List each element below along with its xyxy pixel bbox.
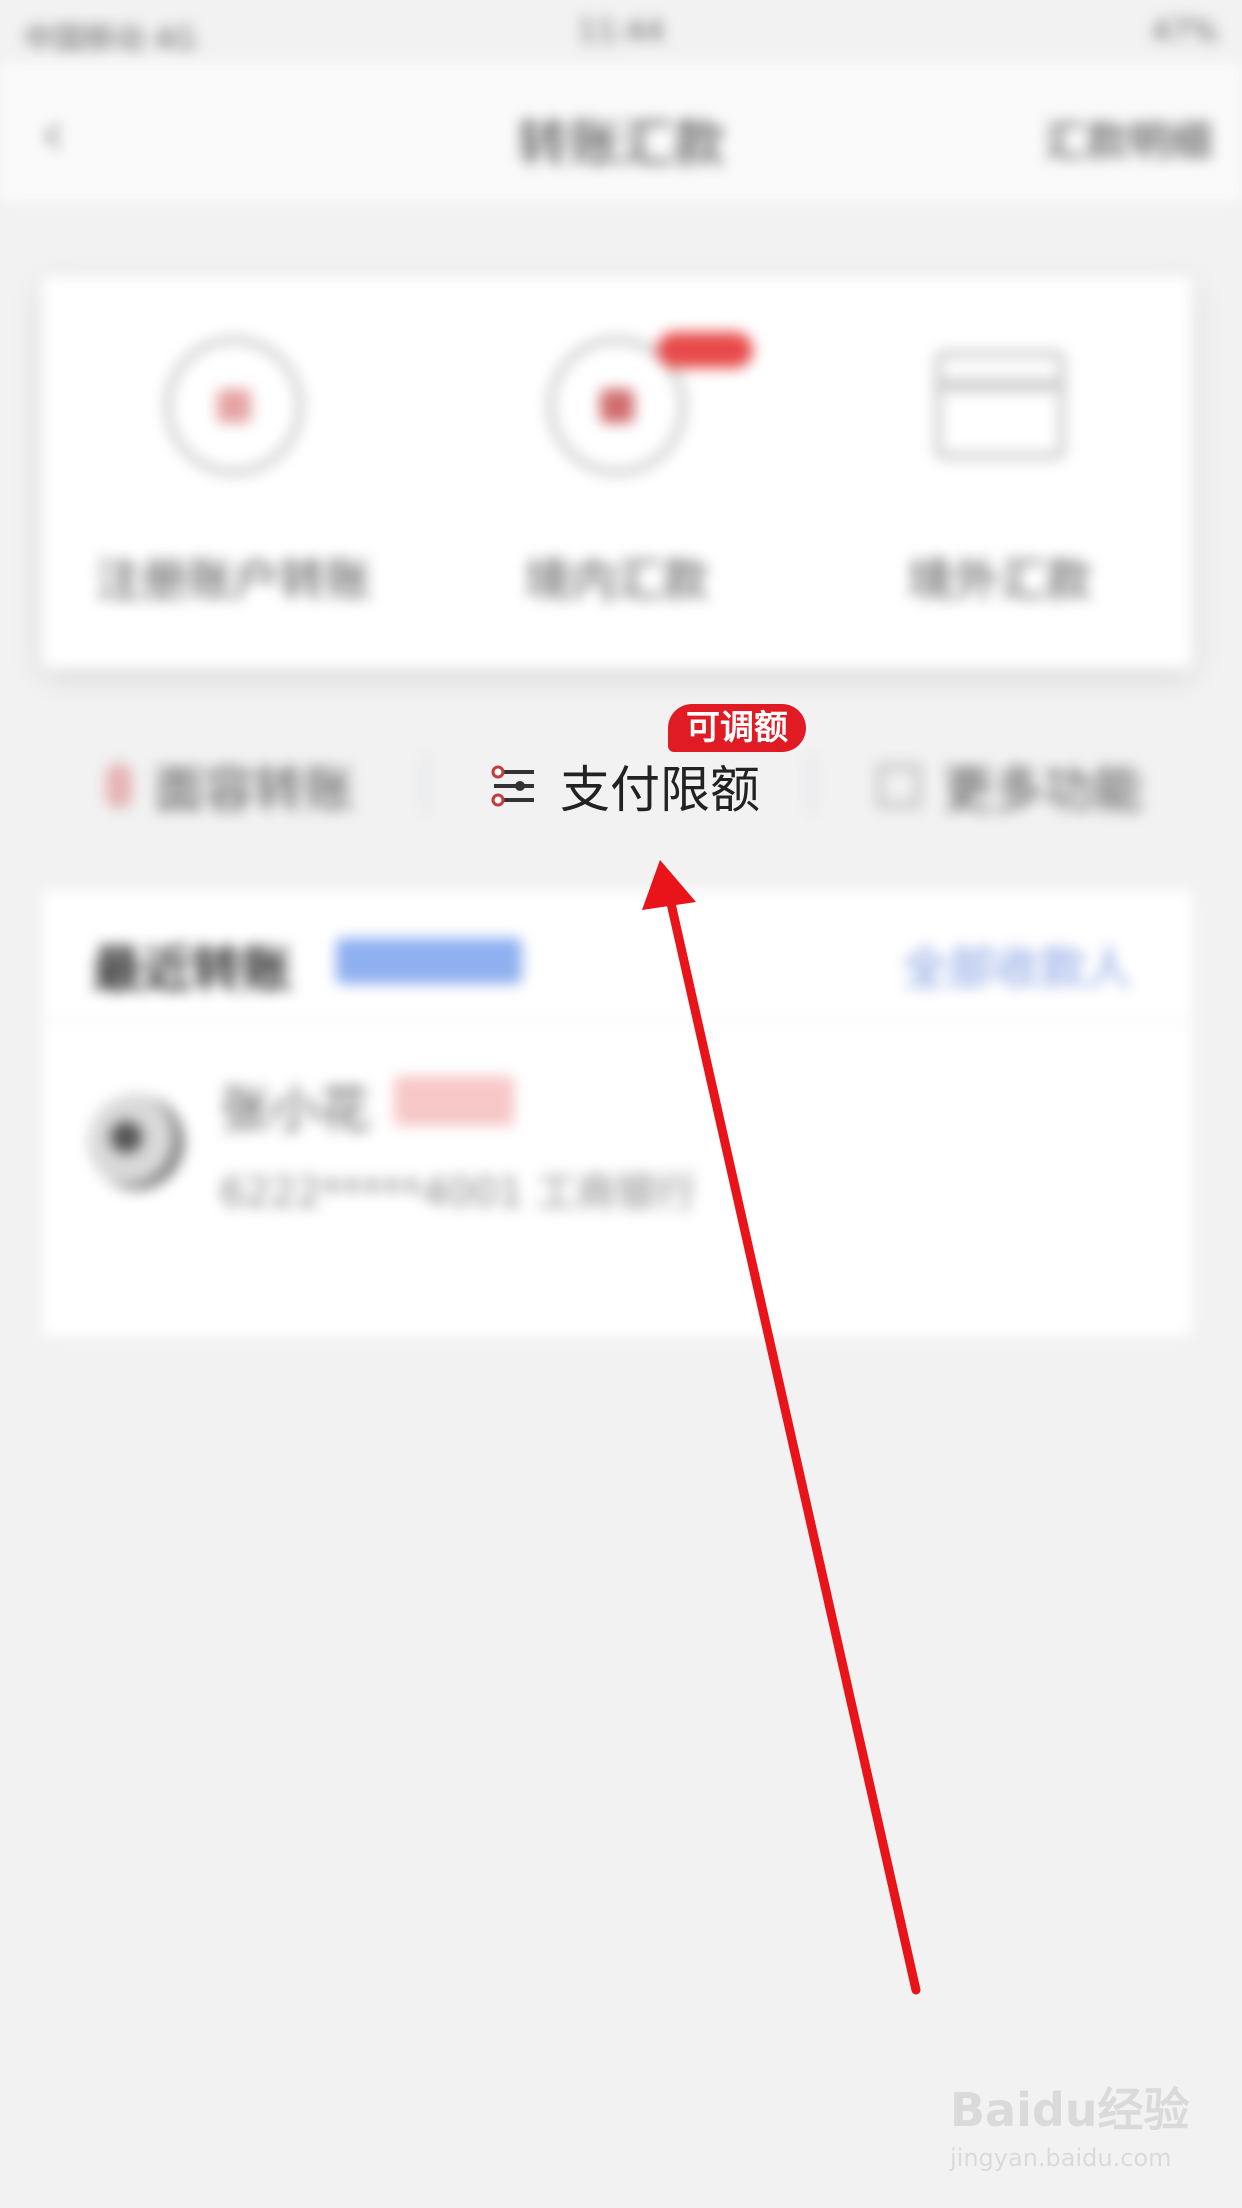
arrow-head [642,860,696,910]
watermark-url: jingyan.baidu.com [950,2144,1172,2172]
arrow-shaft [663,885,921,1995]
baidu-watermark: Baidu经验 jingyan.baidu.com [950,2074,1230,2184]
annotation-arrow [642,860,921,1995]
watermark-brand: Baidu经验 [950,2083,1190,2137]
